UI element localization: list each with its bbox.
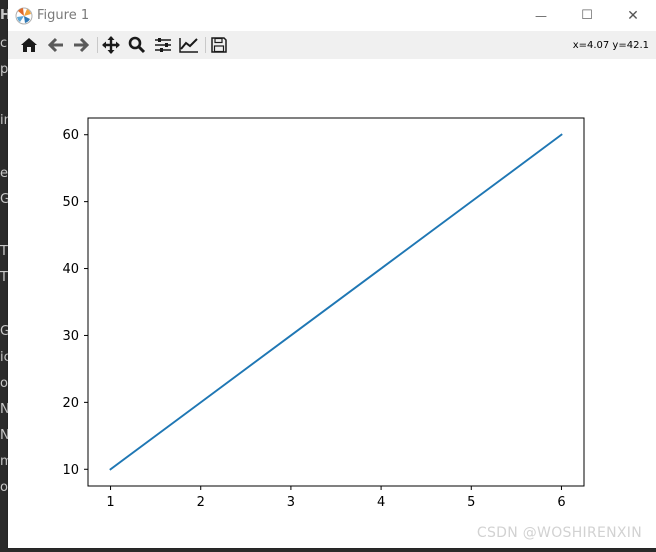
arrow-right-icon bbox=[74, 37, 89, 53]
zoom-button[interactable] bbox=[125, 34, 149, 56]
figure-canvas[interactable]: 1 2 3 4 5 6 10 20 30 40 50 60 CSDN @WOSHIRENXIN bbox=[8, 59, 656, 548]
bg-text: e bbox=[0, 166, 8, 181]
x-tick-label: 4 bbox=[377, 495, 385, 510]
home-icon bbox=[21, 38, 37, 52]
forward-button[interactable] bbox=[69, 34, 93, 56]
arrow-left-icon bbox=[48, 37, 63, 53]
y-tick-label: 40 bbox=[62, 262, 79, 277]
bg-text: T bbox=[0, 270, 8, 285]
x-tick-label: 3 bbox=[287, 495, 295, 510]
y-tick-label: 20 bbox=[62, 396, 79, 411]
watermark: CSDN @WOSHIRENXIN bbox=[476, 525, 642, 541]
maximize-icon: ☐ bbox=[581, 8, 593, 23]
x-tick-label: 6 bbox=[557, 495, 565, 510]
figure-window: Figure 1 — ☐ ✕ x=4.07 y=42.1 1 2 3 4 5 6… bbox=[8, 0, 656, 548]
close-icon: ✕ bbox=[627, 7, 639, 24]
toolbar-separator bbox=[97, 37, 98, 53]
bg-text: T bbox=[0, 244, 8, 259]
title-bar[interactable]: Figure 1 — ☐ ✕ bbox=[8, 0, 656, 31]
bg-text: o bbox=[0, 480, 8, 495]
floppy-disk-icon bbox=[211, 37, 227, 53]
window-title: Figure 1 bbox=[37, 8, 90, 23]
y-tick-label: 50 bbox=[62, 195, 79, 210]
magnifier-icon bbox=[128, 36, 146, 54]
matplotlib-logo-icon bbox=[15, 7, 33, 25]
configure-subplots-button[interactable] bbox=[151, 34, 175, 56]
close-button[interactable]: ✕ bbox=[610, 0, 656, 31]
move-icon bbox=[102, 36, 120, 54]
line-chart[interactable]: 1 2 3 4 5 6 10 20 30 40 50 60 bbox=[8, 59, 656, 548]
y-tick-label: 60 bbox=[62, 128, 79, 143]
cursor-coordinates: x=4.07 y=42.1 bbox=[572, 40, 649, 51]
maximize-button[interactable]: ☐ bbox=[564, 0, 610, 31]
save-button[interactable] bbox=[207, 34, 231, 56]
x-tick-label: 1 bbox=[106, 495, 114, 510]
bg-text: c bbox=[0, 36, 8, 51]
minimize-button[interactable]: — bbox=[518, 0, 564, 31]
x-tick-label: 2 bbox=[197, 495, 205, 510]
minimize-icon: — bbox=[535, 8, 547, 23]
series-line bbox=[109, 133, 563, 471]
back-button[interactable] bbox=[44, 34, 68, 56]
home-button[interactable] bbox=[17, 34, 41, 56]
line-chart-icon bbox=[179, 38, 198, 53]
y-tick-label: 30 bbox=[62, 329, 79, 344]
navigation-toolbar: x=4.07 y=42.1 bbox=[8, 31, 656, 60]
x-tick-label: 5 bbox=[467, 495, 475, 510]
edit-axis-button[interactable] bbox=[177, 34, 201, 56]
sliders-icon bbox=[155, 38, 171, 52]
pan-button[interactable] bbox=[99, 34, 123, 56]
y-tick-label: 10 bbox=[62, 463, 79, 478]
toolbar-separator bbox=[205, 37, 206, 53]
